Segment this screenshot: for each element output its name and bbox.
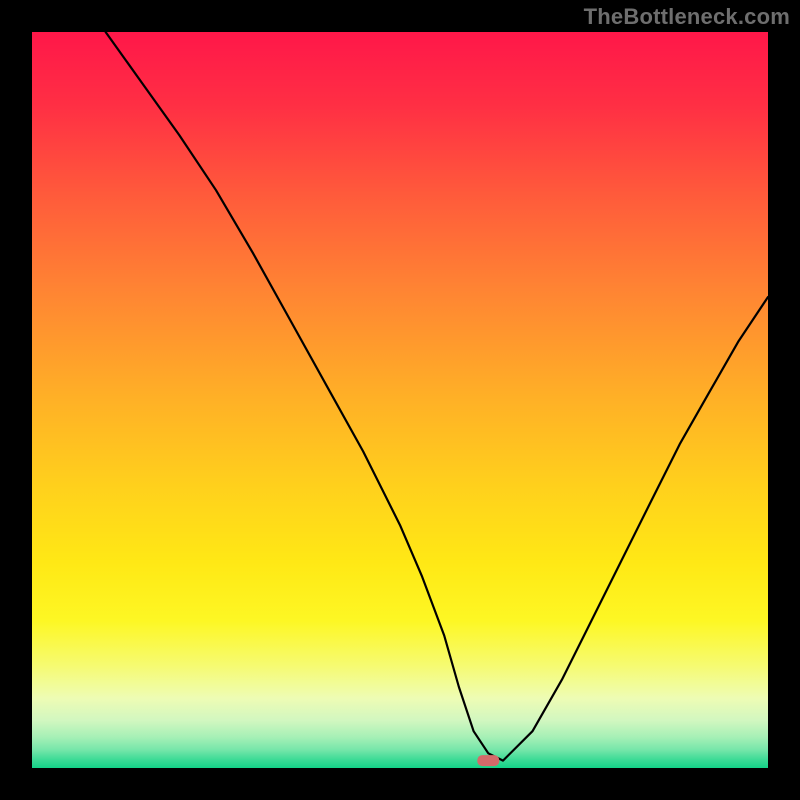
- chart-frame: TheBottleneck.com: [0, 0, 800, 800]
- watermark-text: TheBottleneck.com: [584, 4, 790, 30]
- plot-area: [32, 32, 768, 768]
- optimal-point-marker: [477, 755, 499, 766]
- gradient-background: [32, 32, 768, 768]
- chart-svg: [32, 32, 768, 768]
